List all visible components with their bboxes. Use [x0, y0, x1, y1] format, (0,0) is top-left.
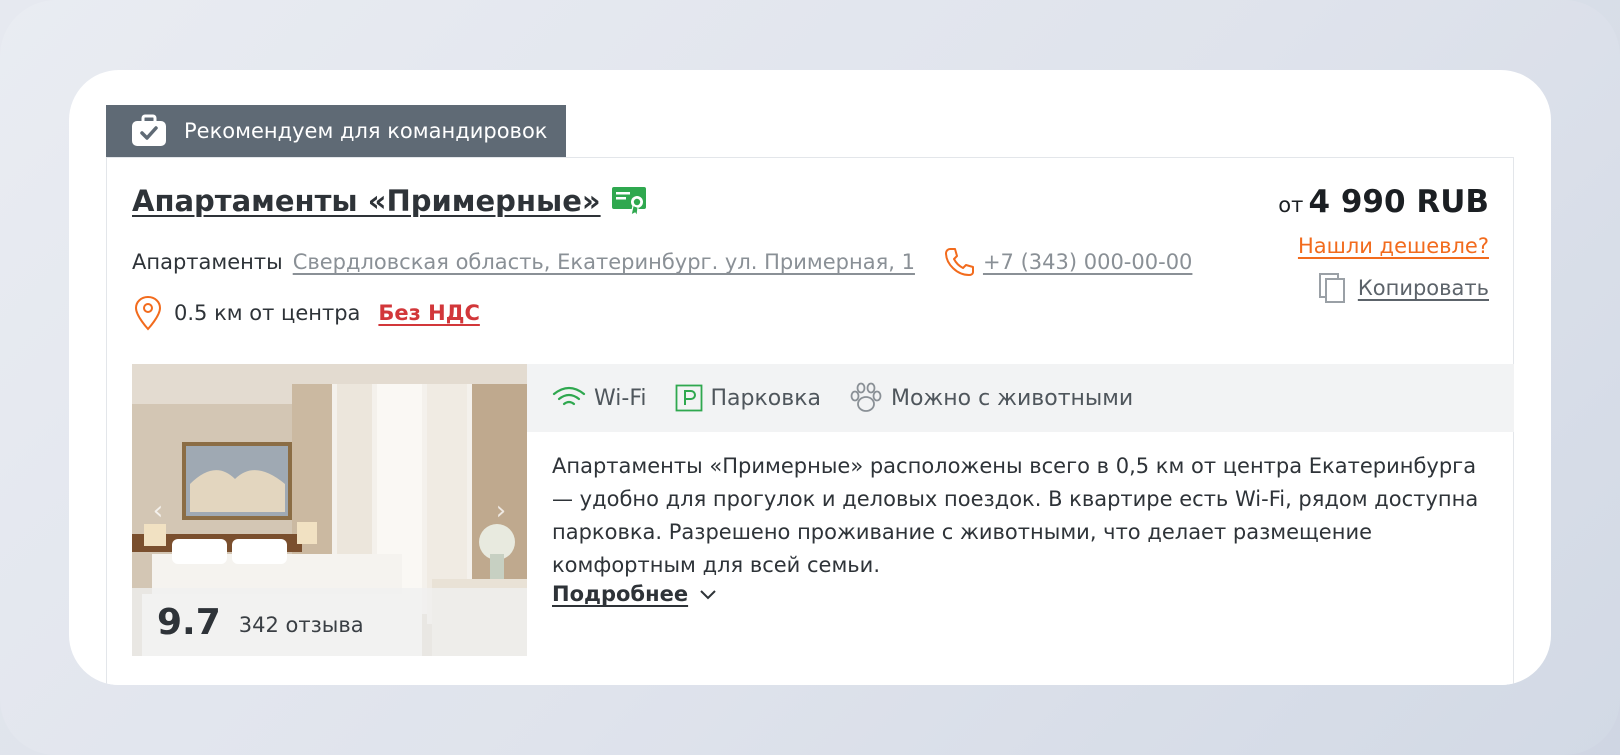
address-link[interactable]: Свердловская область, Екатеринбург. ул. … [293, 250, 915, 274]
gallery-prev-arrow[interactable]: ‹ [144, 494, 172, 528]
location-pin-icon [134, 295, 162, 331]
gallery-next-arrow[interactable]: › [487, 494, 515, 528]
hotel-title-link[interactable]: Апартаменты «Примерные» [132, 184, 601, 218]
price-prefix: от [1278, 193, 1304, 217]
copy-label: Копировать [1357, 276, 1489, 300]
paw-icon [850, 382, 882, 412]
content-frame: Рекомендуем для командировок Апартаменты… [69, 70, 1551, 685]
distance-to-center: 0.5 км от центра [174, 301, 361, 325]
hotel-description: Апартаменты «Примерные» расположены всег… [552, 454, 1479, 577]
amenity-parking: Парковка [675, 384, 821, 412]
wifi-icon [552, 386, 586, 406]
reviews-count: 342 отзыва [238, 613, 364, 637]
phone-link[interactable]: +7 (343) 000-00-00 [983, 250, 1192, 274]
price-amount: 4 990 RUB [1308, 184, 1489, 220]
more-label: Подробнее [552, 582, 689, 606]
rating-score: 9.7 [157, 601, 221, 643]
title-row: Апартаменты «Примерные» [132, 184, 647, 218]
amenity-wifi: Wi-Fi [552, 385, 647, 411]
vat-link[interactable]: Без НДС [378, 301, 479, 325]
amenities-bar: Wi-Fi Парковка Можно с животными [527, 364, 1514, 432]
info-row: Апартаменты Свердловская область, Екатер… [132, 246, 1192, 278]
hotel-photo-gallery[interactable]: ‹ › 9.7 342 отзыва [132, 364, 527, 656]
background: Рекомендуем для командировок Апартаменты… [0, 0, 1620, 755]
hotel-card: Апартаменты «Примерные» Апартаменты Свер… [106, 157, 1514, 685]
amenity-label: Можно с животными [890, 385, 1134, 411]
found-cheaper-link[interactable]: Нашли дешевле? [1278, 234, 1489, 258]
chevron-down-icon [700, 590, 716, 600]
copy-button[interactable]: Копировать [1278, 272, 1489, 304]
amenity-pets: Можно с животными [849, 382, 1133, 414]
phone-icon [944, 248, 974, 276]
price-block: от 4 990 RUB Нашли дешевле? Копировать [1278, 184, 1489, 304]
price: от 4 990 RUB [1278, 184, 1489, 220]
location-row: 0.5 км от центра Без НДС [132, 295, 480, 331]
rating-bar: 9.7 342 отзыва [132, 588, 527, 656]
phone-block: +7 (343) 000-00-00 [943, 246, 1192, 278]
certificate-icon [611, 187, 646, 216]
badge-label: Рекомендуем для командировок [184, 119, 548, 143]
briefcase-check-icon [132, 114, 166, 146]
business-travel-badge: Рекомендуем для командировок [106, 105, 566, 157]
more-details-toggle[interactable]: Подробнее [552, 582, 718, 606]
amenity-label: Wi-Fi [594, 385, 647, 411]
parking-icon [675, 384, 702, 412]
copy-icon [1318, 273, 1345, 303]
amenity-label: Парковка [710, 385, 821, 411]
property-type: Апартаменты [132, 250, 283, 274]
